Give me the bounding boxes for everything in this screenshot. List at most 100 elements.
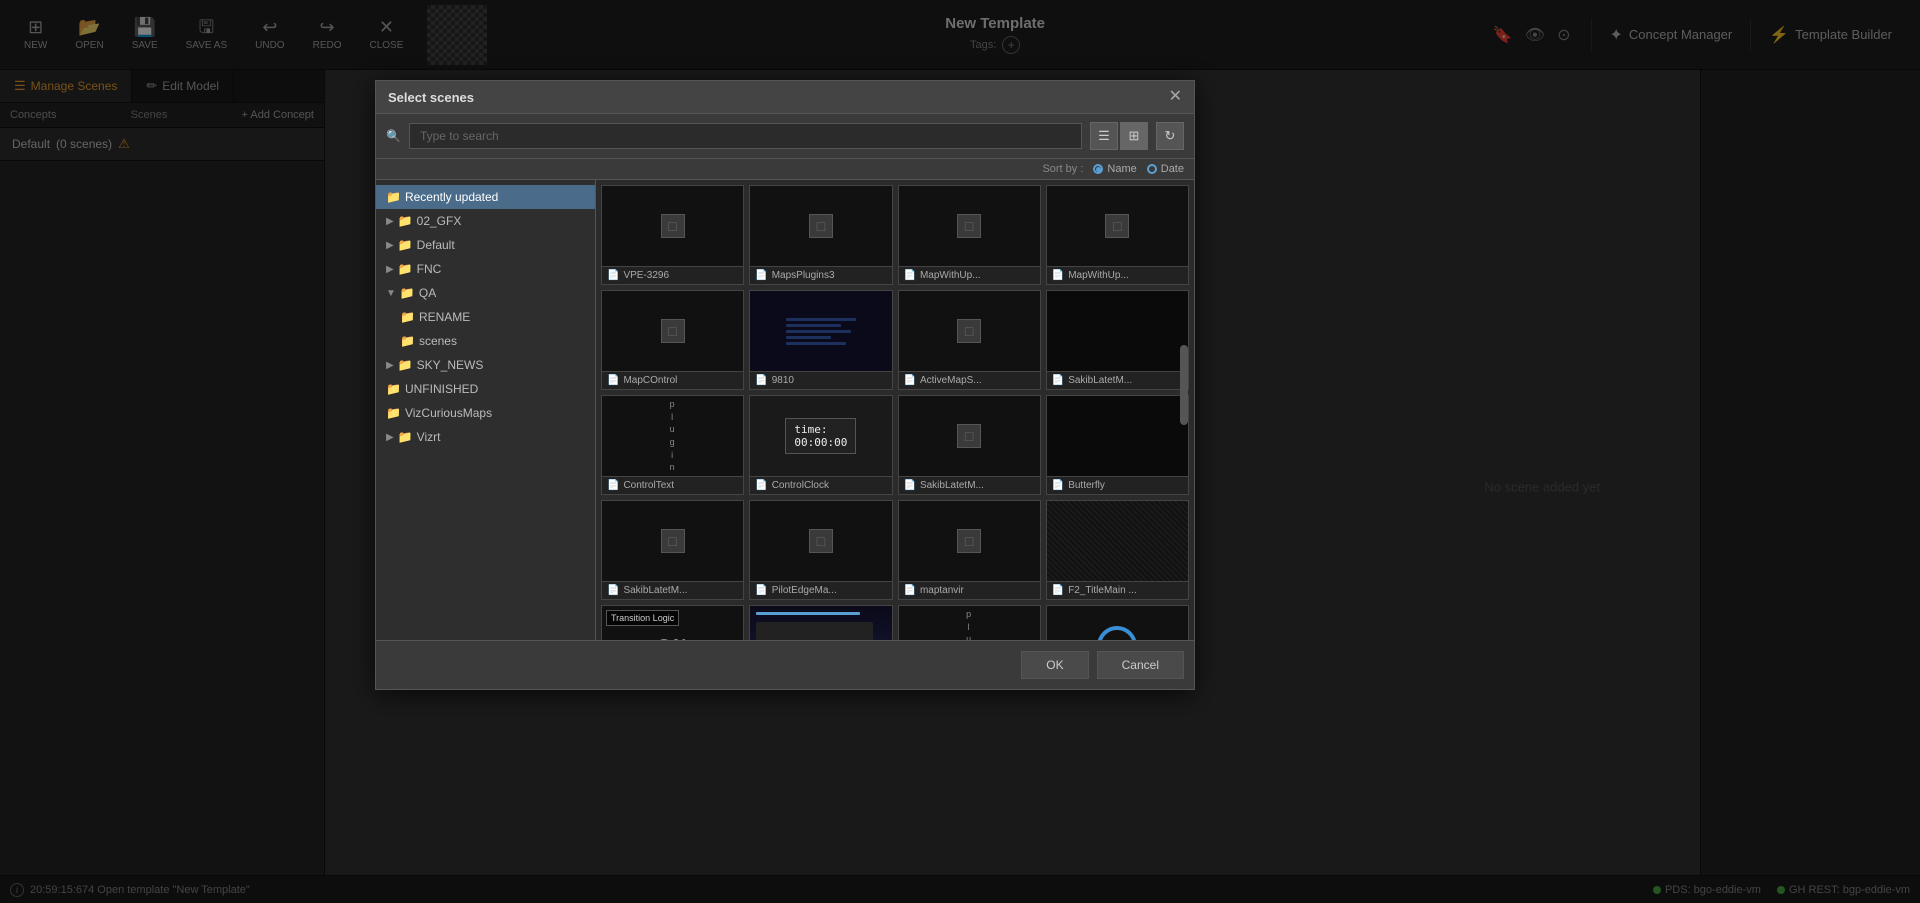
transition-badge: Transition Logic xyxy=(606,610,679,626)
list-view-button[interactable]: ☰ xyxy=(1090,122,1118,150)
folder-icon: 📁 xyxy=(400,334,415,348)
tree-item-rename[interactable]: 📁 RENAME xyxy=(376,305,595,329)
scene-thumb xyxy=(750,186,891,266)
scene-label: 📄 9810 xyxy=(750,371,891,389)
folder-icon: 📁 xyxy=(398,214,413,228)
expand-arrow: ▶ xyxy=(386,216,394,227)
scene-card-pilotedgema[interactable]: 📄 PilotEdgeMa... xyxy=(749,500,892,600)
scene-card-plugin2[interactable]: plugin 📄 xyxy=(898,605,1041,640)
folder-icon: 📁 xyxy=(400,310,415,324)
scene-label: 📄 F2_TitleMain ... xyxy=(1047,581,1188,599)
scene-card-f2titlemain[interactable]: Transition Logic 📄 F2_TitleMain ... xyxy=(1046,500,1189,600)
scene-label: 📄 SakibLatetM... xyxy=(1047,371,1188,389)
folder-icon: 📁 xyxy=(386,382,401,396)
scene-card-on[interactable]: Transition Logic ON 📄 xyxy=(601,605,744,640)
ok-button[interactable]: OK xyxy=(1021,651,1088,679)
search-input[interactable] xyxy=(409,123,1082,149)
scene-card-vpe-3296[interactable]: 📄 VPE-3296 xyxy=(601,185,744,285)
scene-card-circle[interactable]: 📄 xyxy=(1046,605,1189,640)
scene-thumb xyxy=(899,396,1040,476)
scene-card-butterfly[interactable]: 📄 Butterfly xyxy=(1046,395,1189,495)
scene-label: 📄 SakibLatetM... xyxy=(899,476,1040,494)
tree-item-vizcuriousmaps[interactable]: 📁 VizCuriousMaps xyxy=(376,401,595,425)
tree-item-unfinished[interactable]: 📁 UNFINISHED xyxy=(376,377,595,401)
scene-thumb: Transition Logic ON xyxy=(602,606,743,640)
expand-arrow: ▶ xyxy=(386,240,394,251)
sort-date-option[interactable]: Date xyxy=(1147,163,1184,175)
scene-label: 📄 ActiveMapS... xyxy=(899,371,1040,389)
tree-item-02-gfx[interactable]: ▶ 📁 02_GFX xyxy=(376,209,595,233)
scene-label: 📄 MapWithUp... xyxy=(899,266,1040,284)
scene-card-controltext[interactable]: plugin 📄 ControlText xyxy=(601,395,744,495)
scene-card-controlclock[interactable]: time:00:00:00 📄 ControlClock xyxy=(749,395,892,495)
refresh-button[interactable]: ↻ xyxy=(1156,122,1184,150)
scene-card-sakiblatetm1[interactable]: 📄 SakibLatetM... xyxy=(1046,290,1189,390)
modal-header: Select scenes ✕ xyxy=(376,81,1194,114)
scene-card-9810[interactable]: Transition Logic 📄 xyxy=(749,290,892,390)
expand-arrow: ▶ xyxy=(386,360,394,371)
scene-thumb xyxy=(602,186,743,266)
modal-overlay: Select scenes ✕ 🔍 ☰ ⊞ ↻ Sort by : Name D… xyxy=(0,0,1920,903)
scene-card-maptanvir[interactable]: 📄 maptanvir xyxy=(898,500,1041,600)
search-icon: 🔍 xyxy=(386,129,401,143)
tree-item-sky-news[interactable]: ▶ 📁 SKY_NEWS xyxy=(376,353,595,377)
scene-thumb xyxy=(899,501,1040,581)
scene-thumb: plugin xyxy=(899,606,1040,640)
scene-label: 📄 MapsPlugins3 xyxy=(750,266,891,284)
grid-view-button[interactable]: ⊞ xyxy=(1120,122,1148,150)
scene-thumb xyxy=(1047,396,1188,476)
sort-date-radio xyxy=(1147,164,1157,174)
folder-icon: 📁 xyxy=(398,430,413,444)
scene-label: 📄 Butterfly xyxy=(1047,476,1188,494)
scene-label: 📄 MapCOntrol xyxy=(602,371,743,389)
scene-thumb xyxy=(750,501,891,581)
modal-body: 📁 Recently updated ▶ 📁 02_GFX ▶ 📁 Defaul… xyxy=(376,180,1194,640)
scene-label: 📄 ControlClock xyxy=(750,476,891,494)
cancel-button[interactable]: Cancel xyxy=(1097,651,1184,679)
scene-label: 📄 maptanvir xyxy=(899,581,1040,599)
scene-thumb xyxy=(899,291,1040,371)
tree-item-fnc[interactable]: ▶ 📁 FNC xyxy=(376,257,595,281)
tree-item-qa[interactable]: ▼ 📁 QA xyxy=(376,281,595,305)
scene-thumb xyxy=(602,291,743,371)
modal-close-button[interactable]: ✕ xyxy=(1169,89,1182,105)
scene-card-mapsplugins3[interactable]: 📄 MapsPlugins3 xyxy=(749,185,892,285)
scene-thumb xyxy=(750,606,891,640)
modal-title: Select scenes xyxy=(388,90,474,105)
scene-card-sakiblatetm2[interactable]: 📄 SakibLatetM... xyxy=(898,395,1041,495)
tree-item-recently-updated[interactable]: 📁 Recently updated xyxy=(376,185,595,209)
scene-thumb xyxy=(602,501,743,581)
scene-card-nav[interactable]: 📄 xyxy=(749,605,892,640)
folder-icon: 📁 xyxy=(398,358,413,372)
expand-arrow: ▶ xyxy=(386,264,394,275)
scene-thumb: Transition Logic xyxy=(1047,501,1188,581)
scene-label: 📄 ControlText xyxy=(602,476,743,494)
folder-icon: 📁 xyxy=(400,286,415,300)
modal-footer: OK Cancel xyxy=(376,640,1194,689)
scene-thumb xyxy=(1047,606,1188,640)
modal-search-bar: 🔍 ☰ ⊞ ↻ xyxy=(376,114,1194,159)
sort-name-radio xyxy=(1093,164,1103,174)
scene-grid: 📄 VPE-3296 📄 MapsPlugins3 xyxy=(596,180,1194,640)
scene-card-mapwithup1[interactable]: 📄 MapWithUp... xyxy=(898,185,1041,285)
scene-thumb: Transition Logic xyxy=(750,291,891,371)
sort-name-option[interactable]: Name xyxy=(1093,163,1136,175)
scene-thumb: time:00:00:00 xyxy=(750,396,891,476)
scene-label: 📄 MapWithUp... xyxy=(1047,266,1188,284)
folder-tree: 📁 Recently updated ▶ 📁 02_GFX ▶ 📁 Defaul… xyxy=(376,180,596,640)
expand-arrow: ▶ xyxy=(386,432,394,443)
scene-card-mapcontrol[interactable]: 📄 MapCOntrol xyxy=(601,290,744,390)
scene-card-mapwithup2[interactable]: 📄 MapWithUp... xyxy=(1046,185,1189,285)
scene-thumb xyxy=(899,186,1040,266)
select-scenes-modal: Select scenes ✕ 🔍 ☰ ⊞ ↻ Sort by : Name D… xyxy=(375,80,1195,690)
tree-item-scenes[interactable]: 📁 scenes xyxy=(376,329,595,353)
scene-label: 📄 SakibLatetM... xyxy=(602,581,743,599)
tree-item-default[interactable]: ▶ 📁 Default xyxy=(376,233,595,257)
tree-item-vizrt[interactable]: ▶ 📁 Vizrt xyxy=(376,425,595,449)
folder-icon: 📁 xyxy=(386,190,401,204)
scene-label: 📄 VPE-3296 xyxy=(602,266,743,284)
scene-card-sakiblatetm3[interactable]: 📄 SakibLatetM... xyxy=(601,500,744,600)
scene-thumb: plugin xyxy=(602,396,743,476)
folder-icon: 📁 xyxy=(386,406,401,420)
scene-card-activemaps[interactable]: 📄 ActiveMapS... xyxy=(898,290,1041,390)
